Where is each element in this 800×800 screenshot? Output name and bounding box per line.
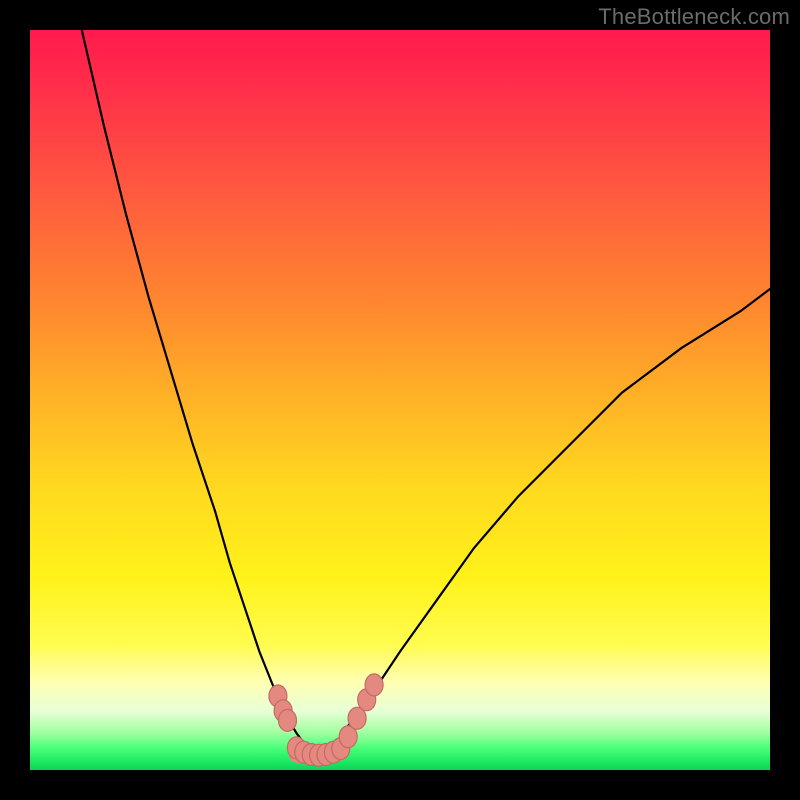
series-curve-left (82, 30, 319, 755)
watermark-text: TheBottleneck.com (598, 4, 790, 30)
marker-left-cluster (279, 709, 297, 731)
plot-area (30, 30, 770, 770)
marker-right-cluster (365, 674, 383, 696)
chart-frame: TheBottleneck.com (0, 0, 800, 800)
series-curve-right (319, 289, 770, 755)
curve-canvas (30, 30, 770, 770)
